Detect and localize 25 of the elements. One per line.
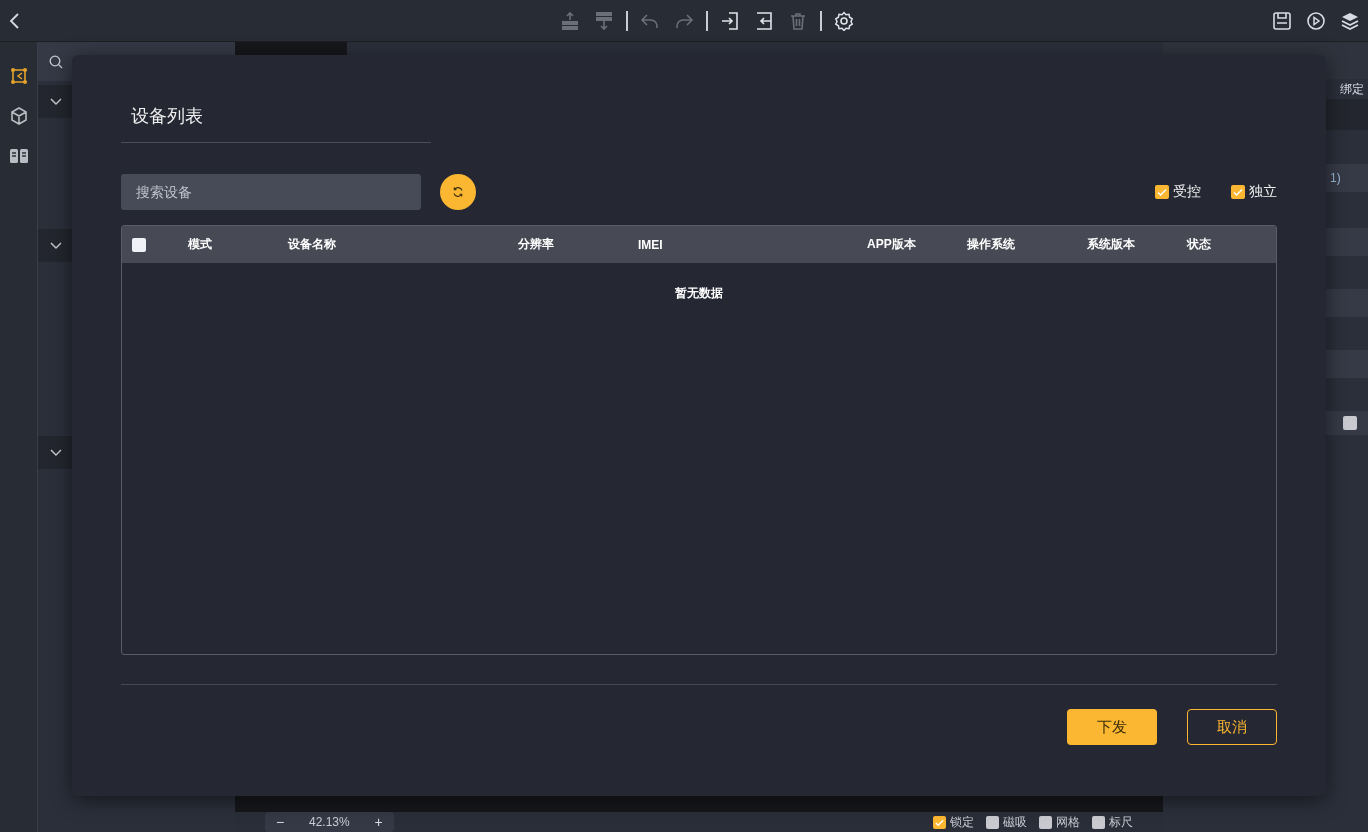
filter-label: 受控	[1173, 183, 1201, 201]
zoom-out-button[interactable]: −	[265, 812, 295, 832]
column-header: 操作系统	[966, 236, 1016, 253]
column-header: 模式	[187, 236, 213, 253]
binding-label: 绑定	[1340, 80, 1364, 98]
column-header: APP版本	[866, 236, 917, 253]
column-header: 状态	[1185, 236, 1212, 253]
submit-button[interactable]: 下发	[1067, 709, 1157, 745]
column-header: IMEI	[637, 237, 664, 252]
column-header: 系统版本	[1086, 236, 1136, 253]
zoom-control[interactable]: − 42.13% +	[265, 812, 394, 832]
zoom-level: 42.13%	[308, 815, 351, 829]
option-label: 锁定	[950, 813, 974, 831]
property-value: 1)	[1330, 171, 1341, 185]
zoom-in-button[interactable]: +	[363, 812, 394, 832]
column-header: 设备名称	[286, 236, 337, 253]
empty-message: 暂无数据	[675, 285, 723, 302]
option-label: 标尺	[1109, 813, 1133, 831]
cancel-button[interactable]: 取消	[1187, 709, 1277, 745]
option-label: 网格	[1056, 813, 1080, 831]
column-header: 分辨率	[517, 236, 555, 253]
filter-label: 独立	[1249, 183, 1277, 201]
option-label: 磁吸	[1003, 813, 1027, 831]
search-field[interactable]: 搜索设备	[121, 174, 421, 210]
dialog-title: 设备列表	[131, 106, 203, 126]
